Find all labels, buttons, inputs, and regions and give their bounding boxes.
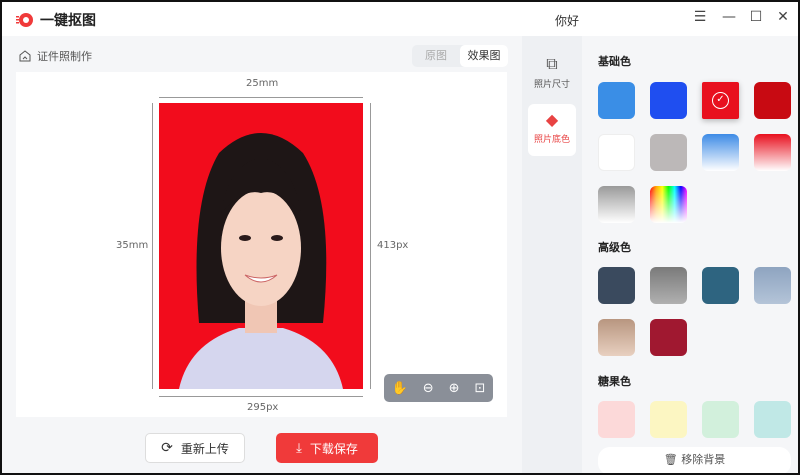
- width-guide: [159, 97, 363, 98]
- download-icon: ⤓: [296, 440, 302, 456]
- menu-icon[interactable]: ☰: [690, 9, 710, 25]
- app-logo-icon: [16, 13, 33, 27]
- color-swatch[interactable]: [754, 267, 791, 304]
- breadcrumb[interactable]: 证件照制作: [18, 48, 92, 64]
- candy-colors-heading: 糖果色: [598, 375, 631, 388]
- title-bar: 一键抠图 你好 ☰ — ☐ ✕: [2, 2, 798, 36]
- nav-label: 照片底色: [533, 135, 570, 145]
- color-swatch[interactable]: [702, 267, 739, 304]
- view-toggle: 原图 效果图: [412, 45, 508, 67]
- nav-photo-background[interactable]: ◆ 照片底色: [528, 104, 576, 156]
- color-swatch[interactable]: [650, 319, 687, 356]
- nav-photo-size[interactable]: ⧉ 照片尺寸: [528, 48, 576, 100]
- basic-colors-heading: 基础色: [598, 55, 631, 68]
- color-swatch[interactable]: ✓: [702, 82, 739, 119]
- color-swatch[interactable]: [754, 401, 791, 438]
- tab-original[interactable]: 原图: [412, 45, 460, 67]
- minimize-button[interactable]: —: [719, 9, 739, 25]
- app-title: 一键抠图: [40, 13, 96, 29]
- width-mm-label: 25mm: [246, 78, 279, 89]
- color-swatch[interactable]: [650, 267, 687, 304]
- height-px-label: 413px: [377, 240, 409, 251]
- color-panel: 基础色 ✓ 高级色 糖果色 🗑 移除背景: [582, 36, 798, 473]
- check-icon: ✓: [712, 92, 729, 109]
- trash-icon: 🗑: [663, 453, 678, 466]
- advanced-colors-heading: 高级色: [598, 241, 631, 254]
- color-swatch[interactable]: [650, 134, 687, 171]
- preview-card: 25mm 35mm 413px 295px ✋ ⊖ ⊕ ⊡: [16, 72, 507, 417]
- tab-result[interactable]: 效果图: [460, 45, 508, 67]
- width-px-label: 295px: [247, 402, 279, 413]
- remove-background-button[interactable]: 🗑 移除背景: [598, 447, 791, 473]
- refresh-icon: ⟳: [161, 440, 173, 456]
- color-swatch[interactable]: [650, 82, 687, 119]
- reupload-button[interactable]: ⟳ 重新上传: [145, 433, 245, 463]
- height-mm-label: 35mm: [116, 240, 149, 251]
- resize-icon: ⧉: [546, 54, 558, 73]
- height-guide: [152, 103, 153, 389]
- portrait-image: [179, 133, 343, 389]
- actual-size-icon[interactable]: ⊡: [475, 381, 486, 396]
- side-nav: ⧉ 照片尺寸 ◆ 照片底色: [522, 36, 582, 473]
- zoom-out-icon[interactable]: ⊖: [423, 381, 434, 396]
- remove-background-label: 移除背景: [681, 453, 726, 466]
- color-swatch[interactable]: [598, 267, 635, 304]
- color-swatch[interactable]: [598, 82, 635, 119]
- color-swatch[interactable]: [702, 401, 739, 438]
- download-save-button[interactable]: ⤓ 下载保存: [276, 433, 378, 463]
- color-swatch[interactable]: [598, 319, 635, 356]
- breadcrumb-label: 证件照制作: [37, 50, 92, 63]
- editor-area: 证件照制作 原图 效果图 25mm 35mm 413px 295px ✋ ⊖ ⊕…: [2, 36, 522, 473]
- color-swatch[interactable]: [598, 186, 635, 223]
- close-button[interactable]: ✕: [773, 9, 793, 25]
- color-swatch[interactable]: [650, 186, 687, 223]
- home-icon: [19, 50, 31, 62]
- color-swatch[interactable]: [702, 134, 739, 171]
- color-swatch[interactable]: [754, 82, 791, 119]
- zoom-toolbar: ✋ ⊖ ⊕ ⊡: [384, 374, 493, 402]
- color-swatch[interactable]: [650, 401, 687, 438]
- reupload-label: 重新上传: [180, 441, 229, 456]
- paint-bucket-icon: ◆: [545, 110, 559, 129]
- hand-pan-icon[interactable]: ✋: [392, 381, 408, 396]
- color-swatch[interactable]: [754, 134, 791, 171]
- nav-label: 照片尺寸: [533, 80, 570, 90]
- app-window: 一键抠图 你好 ☰ — ☐ ✕ 证件照制作 原图 效果图 25mm 35mm 4…: [0, 0, 800, 475]
- id-photo: [159, 103, 363, 389]
- color-swatch[interactable]: [598, 134, 635, 171]
- height-px-guide: [370, 103, 371, 389]
- zoom-in-icon[interactable]: ⊕: [449, 381, 460, 396]
- maximize-button[interactable]: ☐: [746, 9, 766, 25]
- download-label: 下载保存: [309, 441, 358, 456]
- width-px-guide: [159, 396, 363, 397]
- color-swatch[interactable]: [598, 401, 635, 438]
- user-greeting[interactable]: 你好: [555, 12, 579, 29]
